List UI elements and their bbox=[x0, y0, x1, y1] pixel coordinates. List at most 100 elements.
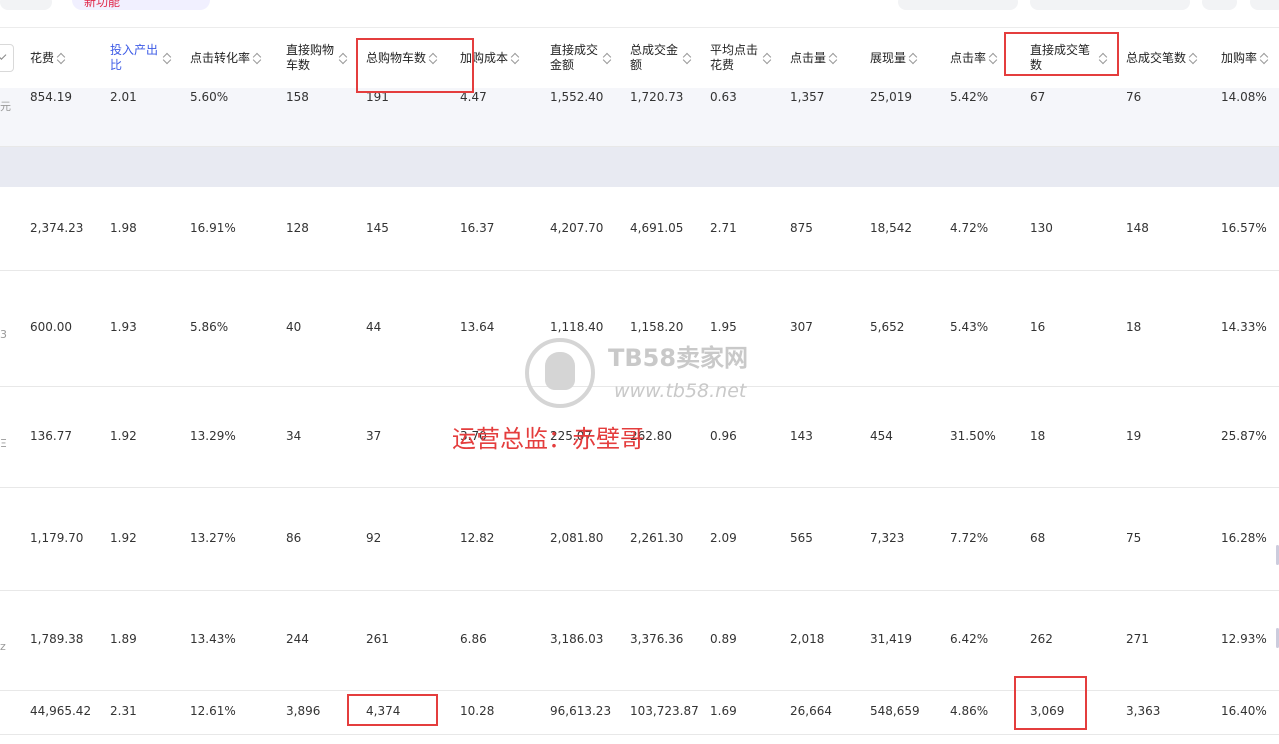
header-direct-gmv[interactable]: 直接成交金额 bbox=[550, 28, 616, 88]
table-cell: 1,720.73 bbox=[630, 90, 684, 104]
table-row: 2,374.23 1.98 16.91% 128 145 16.37 4,207.70 4,6… bbox=[0, 187, 1279, 271]
sort-icon[interactable] bbox=[989, 52, 998, 65]
watermark-title: TB58卖家网 bbox=[608, 344, 749, 372]
top-pill-1[interactable] bbox=[898, 0, 1018, 10]
table-cell: 2.31 bbox=[110, 704, 137, 718]
sort-icon[interactable] bbox=[339, 52, 348, 65]
table-cell: 143 bbox=[790, 429, 813, 443]
table-cell: 4.72% bbox=[950, 221, 989, 235]
table-cell: 3,376.36 bbox=[630, 632, 684, 646]
table-cell: 12.93% bbox=[1221, 632, 1267, 646]
top-bar: 新功能 bbox=[0, 0, 1279, 28]
header-clicks[interactable]: 点击量 bbox=[790, 28, 860, 88]
header-direct-cart[interactable]: 直接购物车数 bbox=[286, 28, 352, 88]
table-cell: 16.37 bbox=[460, 221, 495, 235]
table-cell: 1,552.40 bbox=[550, 90, 604, 104]
table-cell: 2.09 bbox=[710, 531, 737, 545]
table-cell: 40 bbox=[286, 320, 302, 334]
select-all-checkbox[interactable] bbox=[0, 44, 14, 72]
table-row-total: 44,965.42 2.31 12.61% 3,896 4,374 10.28 96,613… bbox=[0, 690, 1279, 735]
table-cell: 600.00 bbox=[30, 320, 72, 334]
table-row: 1,179.70 1.92 13.27% 86 92 12.82 2,081.80 2,261… bbox=[0, 487, 1279, 591]
table-cell: 5.60% bbox=[190, 90, 229, 104]
table-cell: 13.27% bbox=[190, 531, 236, 545]
highlight-direct-orders-header bbox=[1004, 32, 1119, 76]
table-cell: 12.82 bbox=[460, 531, 495, 545]
table-cell: 14.08% bbox=[1221, 90, 1267, 104]
table-cell: 2,261.30 bbox=[630, 531, 684, 545]
table-cell: 875 bbox=[790, 221, 813, 235]
top-pill-3[interactable] bbox=[1202, 0, 1237, 10]
header-total-orders[interactable]: 总成交笔数 bbox=[1126, 28, 1206, 88]
table-cell: 244 bbox=[286, 632, 309, 646]
table-cell: 1.89 bbox=[110, 632, 137, 646]
table-cell: 44,965.42 bbox=[30, 704, 92, 718]
table-cell: 1,179.70 bbox=[30, 531, 84, 545]
table-cell: 307 bbox=[790, 320, 813, 334]
watermark-hand-icon bbox=[525, 338, 595, 408]
header-impressions[interactable]: 展现量 bbox=[870, 28, 940, 88]
group-separator bbox=[0, 146, 1279, 187]
sort-icon[interactable] bbox=[511, 52, 520, 65]
table-cell: 103,723.87 bbox=[630, 704, 699, 718]
watermark-caption: 运营总监：赤壁哥 bbox=[452, 425, 644, 453]
table-cell: 18 bbox=[1030, 429, 1046, 443]
table-cell: 3,186.03 bbox=[550, 632, 604, 646]
header-click-conversion[interactable]: 点击转化率 bbox=[190, 28, 282, 88]
new-feature-tab[interactable]: 新功能 bbox=[72, 0, 210, 10]
table-cell: 1.93 bbox=[110, 320, 137, 334]
table-cell: 34 bbox=[286, 429, 302, 443]
table-cell: 7.72% bbox=[950, 531, 989, 545]
table-cell: 548,659 bbox=[870, 704, 920, 718]
table-cell: 86 bbox=[286, 531, 302, 545]
sort-icon[interactable] bbox=[763, 52, 772, 65]
table-cell: 31,419 bbox=[870, 632, 912, 646]
table-cell: 5.86% bbox=[190, 320, 229, 334]
header-total-gmv[interactable]: 总成交金额 bbox=[630, 28, 696, 88]
table-cell: 2,018 bbox=[790, 632, 825, 646]
sort-icon[interactable] bbox=[1260, 52, 1269, 65]
watermark-url: www.tb58.net bbox=[614, 380, 747, 402]
table-cell: 5.43% bbox=[950, 320, 989, 334]
sort-icon[interactable] bbox=[1189, 52, 1198, 65]
table-cell: 10.28 bbox=[460, 704, 495, 718]
highlight-direct-orders-sum bbox=[1014, 676, 1087, 730]
table-cell: 1,357 bbox=[790, 90, 825, 104]
table-cell: 2,374.23 bbox=[30, 221, 84, 235]
sort-icon[interactable] bbox=[683, 52, 692, 65]
top-pill-2[interactable] bbox=[1030, 0, 1190, 10]
table-cell: 31.50% bbox=[950, 429, 996, 443]
table-cell: 145 bbox=[366, 221, 389, 235]
top-pill-left[interactable] bbox=[0, 0, 52, 10]
table-cell: 7,323 bbox=[870, 531, 905, 545]
table-cell: 16.57% bbox=[1221, 221, 1267, 235]
top-pill-4[interactable] bbox=[1250, 0, 1279, 10]
table-cell: 16 bbox=[1030, 320, 1046, 334]
sort-icon[interactable] bbox=[909, 52, 918, 65]
sort-icon[interactable] bbox=[57, 52, 66, 65]
sort-icon[interactable] bbox=[163, 52, 172, 65]
sort-icon[interactable] bbox=[253, 52, 262, 65]
table-cell: 2.71 bbox=[710, 221, 737, 235]
table-cell: 25,019 bbox=[870, 90, 912, 104]
header-cart-rate[interactable]: 加购率 bbox=[1221, 28, 1279, 88]
table-cell: 3,363 bbox=[1126, 704, 1161, 718]
table-cell: 16.91% bbox=[190, 221, 236, 235]
sort-icon[interactable] bbox=[603, 52, 612, 65]
row-edge-text: 3 bbox=[0, 328, 7, 341]
row-edge-text: 元 bbox=[0, 100, 11, 113]
table-cell: 2,081.80 bbox=[550, 531, 604, 545]
table-cell: 5,652 bbox=[870, 320, 905, 334]
table-cell: 25.87% bbox=[1221, 429, 1267, 443]
sort-icon[interactable] bbox=[829, 52, 838, 65]
table-cell: 18 bbox=[1126, 320, 1142, 334]
header-spend[interactable]: 花费 bbox=[30, 28, 105, 88]
table-cell: 13.64 bbox=[460, 320, 495, 334]
header-avg-cpc[interactable]: 平均点击花费 bbox=[710, 28, 776, 88]
table-cell: 92 bbox=[366, 531, 382, 545]
table-cell: 1.98 bbox=[110, 221, 137, 235]
header-roi[interactable]: 投入产出比 bbox=[110, 28, 176, 88]
table-cell: 0.89 bbox=[710, 632, 737, 646]
table-cell: 67 bbox=[1030, 90, 1046, 104]
table-cell: 19 bbox=[1126, 429, 1142, 443]
